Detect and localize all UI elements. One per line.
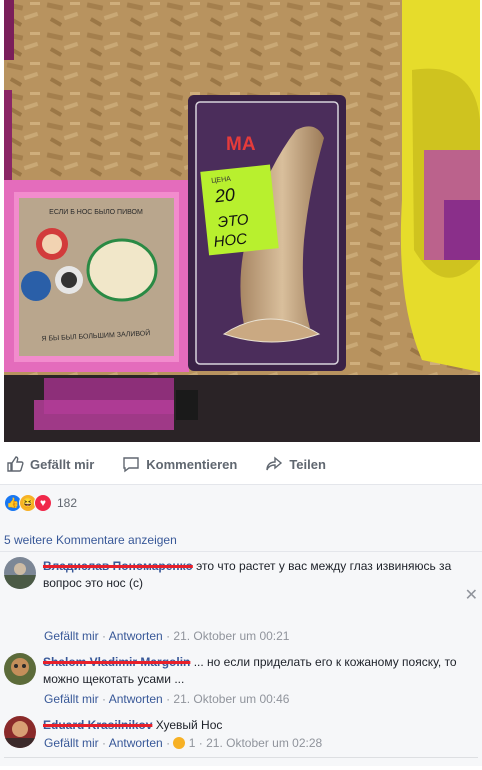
package-brand: MA <box>226 134 256 155</box>
thumbs-up-icon <box>7 456 24 472</box>
more-comments-link[interactable]: 5 weitere Kommentare anzeigen <box>4 533 177 547</box>
comment-meta: Gefällt mir · Antworten · 21. Oktober um… <box>44 629 290 643</box>
product-note-line1: ЭТО <box>217 211 250 231</box>
post-action-bar: Gefällt mir Kommentieren Teilen <box>0 444 482 485</box>
comment-reaction[interactable]: 1 <box>173 736 195 750</box>
love-reaction-icon: ♥ <box>34 494 52 512</box>
avatar[interactable] <box>4 716 36 748</box>
like-action-label: Gefällt mir <box>30 456 95 472</box>
product-note-line2: НОС <box>213 230 248 250</box>
price-value: 20 <box>213 184 236 206</box>
comment-timestamp[interactable]: 21. Oktober um 02:28 <box>206 736 322 750</box>
post-photo[interactable]: ЕСЛИ Б НОС БЫЛО ПИВОМ Я БЫ БЫЛ БОЛЬШИМ З… <box>4 0 480 442</box>
divider <box>0 551 482 552</box>
comments-section: 5 weitere Kommentare anzeigen Владислав … <box>0 521 482 766</box>
comment-like-link[interactable]: Gefällt mir <box>44 692 99 706</box>
comment-reply-link[interactable]: Antworten <box>109 692 163 706</box>
post-photo-illustration: ЕСЛИ Б НОС БЫЛО ПИВОМ Я БЫ БЫЛ БОЛЬШИМ З… <box>4 0 480 442</box>
share-action-label: Teilen <box>289 456 326 472</box>
comment-reply-link[interactable]: Antworten <box>109 736 163 750</box>
comment-author[interactable]: Владислав Пономаренко <box>43 559 193 573</box>
reply-box-edge <box>4 757 478 770</box>
comment-like-link[interactable]: Gefällt mir <box>44 736 99 750</box>
share-action[interactable]: Teilen <box>265 455 326 473</box>
reaction-count: 182 <box>57 496 78 510</box>
haha-reaction-icon <box>173 737 186 749</box>
price-sticker: ЦЕНА 20 ЭТО НОС <box>200 164 279 256</box>
close-icon[interactable]: ✕ <box>465 585 478 605</box>
share-arrow-icon <box>266 456 283 471</box>
avatar[interactable] <box>4 557 36 589</box>
comment-author[interactable]: Eduard Krasilnikov <box>43 718 152 732</box>
comment-body: Eduard Krasilnikov Хуевый Нос <box>43 717 472 734</box>
comment-action[interactable]: Kommentieren <box>122 455 237 473</box>
comment-reply-link[interactable]: Antworten <box>109 629 163 643</box>
speech-bubble-icon <box>123 457 139 473</box>
comment-text: Хуевый Нос <box>152 718 223 732</box>
like-action[interactable]: Gefällt mir <box>6 455 94 473</box>
frame-top-text: ЕСЛИ Б НОС БЫЛО ПИВОМ <box>49 209 143 216</box>
comment-body: Владислав Пономаренко это что растет у в… <box>43 558 472 592</box>
comment-action-label: Kommentieren <box>146 456 238 472</box>
comment-reaction-count: 1 <box>188 736 196 750</box>
comment-meta: Gefällt mir · Antworten · 1 · 21. Oktobe… <box>44 736 323 750</box>
comment-timestamp[interactable]: 21. Oktober um 00:46 <box>173 692 289 706</box>
avatar[interactable] <box>4 653 36 685</box>
comment-author[interactable]: Shalom Vladimir Margolin <box>43 655 190 669</box>
comment-body: Shalom Vladimir Margolin ... но если при… <box>43 654 472 688</box>
comment-timestamp[interactable]: 21. Oktober um 00:21 <box>173 629 289 643</box>
comment-meta: Gefällt mir · Antworten · 21. Oktober um… <box>44 692 290 706</box>
comment-like-link[interactable]: Gefällt mir <box>44 629 99 643</box>
reaction-summary[interactable]: 👍 😆 ♥ 182 <box>0 485 482 521</box>
